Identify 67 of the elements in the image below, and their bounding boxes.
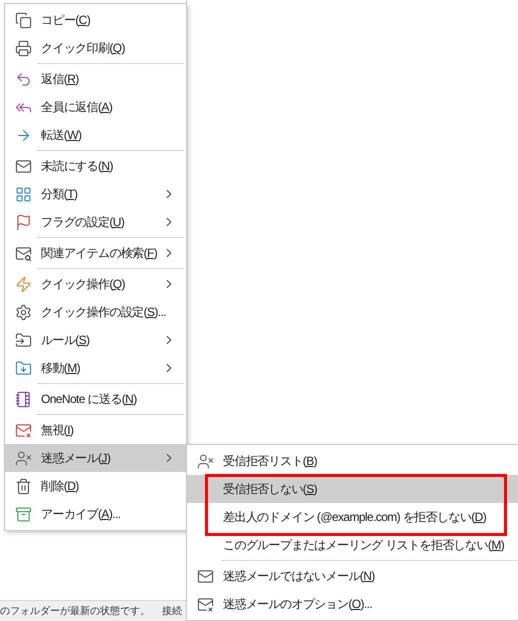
menu-item-label: 未読にする(N) (41, 158, 113, 175)
menu-item[interactable]: 分類(T) (5, 180, 186, 208)
menu-item[interactable]: OneNote に送る(N) (5, 385, 186, 413)
menu-item[interactable]: 迷惑メールではないメール(N) (187, 562, 518, 590)
gear-icon (15, 304, 32, 320)
status-text: 接続 (162, 604, 182, 618)
status-text: のフォルダーが最新の状態です。 (0, 604, 150, 618)
menu-item-label: このグループまたはメーリング リストを拒否しない(M) (223, 537, 504, 554)
menu-item-label: ルール(S) (41, 332, 90, 349)
menu-item[interactable]: 関連アイテムの検索(F) (5, 239, 186, 267)
category-grid-icon (15, 186, 32, 202)
menu-item[interactable]: このグループまたはメーリング リストを拒否しない(M) (187, 531, 518, 559)
trash-icon (15, 478, 32, 494)
envelope-icon (15, 244, 32, 262)
menu-item-label: コピー(C) (41, 12, 90, 29)
menu-item-label: クイック操作の設定(S)... (41, 304, 166, 321)
reply-icon (15, 70, 32, 88)
menu-item-label: 無視(I) (41, 422, 74, 439)
menu-item-label: クイック操作(Q) (41, 276, 125, 293)
menu-item-label: 全員に返信(A) (41, 99, 112, 116)
menu-item[interactable]: 転送(W) (5, 121, 186, 149)
lightning-icon (15, 276, 32, 292)
menu-item[interactable]: ルール(S) (5, 326, 186, 354)
menu-item-label: 受信拒否リスト(B) (223, 453, 318, 470)
menu-item[interactable]: 迷惑メールのオプション(O)... (187, 590, 518, 618)
menu-item-label: 転送(W) (41, 127, 82, 144)
menu-item-label: フラグの設定(U) (41, 214, 124, 231)
menu-item[interactable]: フラグの設定(U) (5, 208, 186, 236)
notebook-icon (15, 390, 32, 408)
envelope-icon (197, 568, 214, 584)
menu-item-label: 移動(M) (41, 360, 80, 377)
menu-item[interactable]: クイック操作の設定(S)... (5, 298, 186, 326)
menu-item-label: 差出人のドメイン (@example.com) を拒否しない(D) (223, 509, 486, 526)
menu-item-label: アーカイブ(A)... (41, 506, 120, 523)
person-block-icon (15, 450, 32, 466)
menu-item[interactable]: アーカイブ(A)... (5, 500, 186, 528)
menu-item-label: OneNote に送る(N) (41, 391, 137, 408)
menu-item[interactable]: クイック操作(Q) (5, 270, 186, 298)
menu-item-label: 返信(R) (41, 71, 79, 88)
menu-item-label: 関連アイテムの検索(F) (41, 245, 158, 262)
menu-item[interactable]: 返信(R) (5, 65, 186, 93)
menu-item[interactable]: クイック印刷(Q) (5, 34, 186, 62)
menu-item-label: 迷惑メール(J) (41, 450, 110, 467)
menu-item-label: クイック印刷(Q) (41, 40, 125, 57)
menu-item[interactable]: コピー(C) (5, 6, 186, 34)
printer-icon (15, 40, 32, 56)
menu-item-label: 削除(D) (41, 478, 79, 495)
menu-item-label: 分類(T) (41, 186, 78, 203)
copy-icon (15, 12, 32, 28)
archive-box-icon (15, 506, 32, 522)
envelope-icon (15, 158, 32, 174)
menu-item-label: 迷惑メールではないメール(N) (223, 568, 375, 585)
menu-item[interactable]: 受信拒否しない(S) (187, 475, 518, 503)
menu-item[interactable]: 迷惑メール(J) (5, 444, 186, 472)
menu-item[interactable]: 差出人のドメイン (@example.com) を拒否しない(D) (187, 503, 518, 531)
menu-item[interactable]: 移動(M) (5, 354, 186, 382)
menu-item[interactable]: 削除(D) (5, 472, 186, 500)
menu-item-label: 受信拒否しない(S) (223, 481, 318, 498)
menu-item[interactable]: 無視(I) (5, 416, 186, 444)
folder-arrow-icon (15, 360, 32, 376)
person-block-icon (197, 452, 214, 470)
envelope-block-icon (197, 596, 214, 612)
menu-item[interactable]: 未読にする(N) (5, 152, 186, 180)
menu-item-label: 迷惑メールのオプション(O)... (223, 596, 372, 613)
flag-icon (15, 214, 32, 230)
menu-item[interactable]: 全員に返信(A) (5, 93, 186, 121)
menu-item[interactable]: 受信拒否リスト(B) (187, 447, 518, 475)
